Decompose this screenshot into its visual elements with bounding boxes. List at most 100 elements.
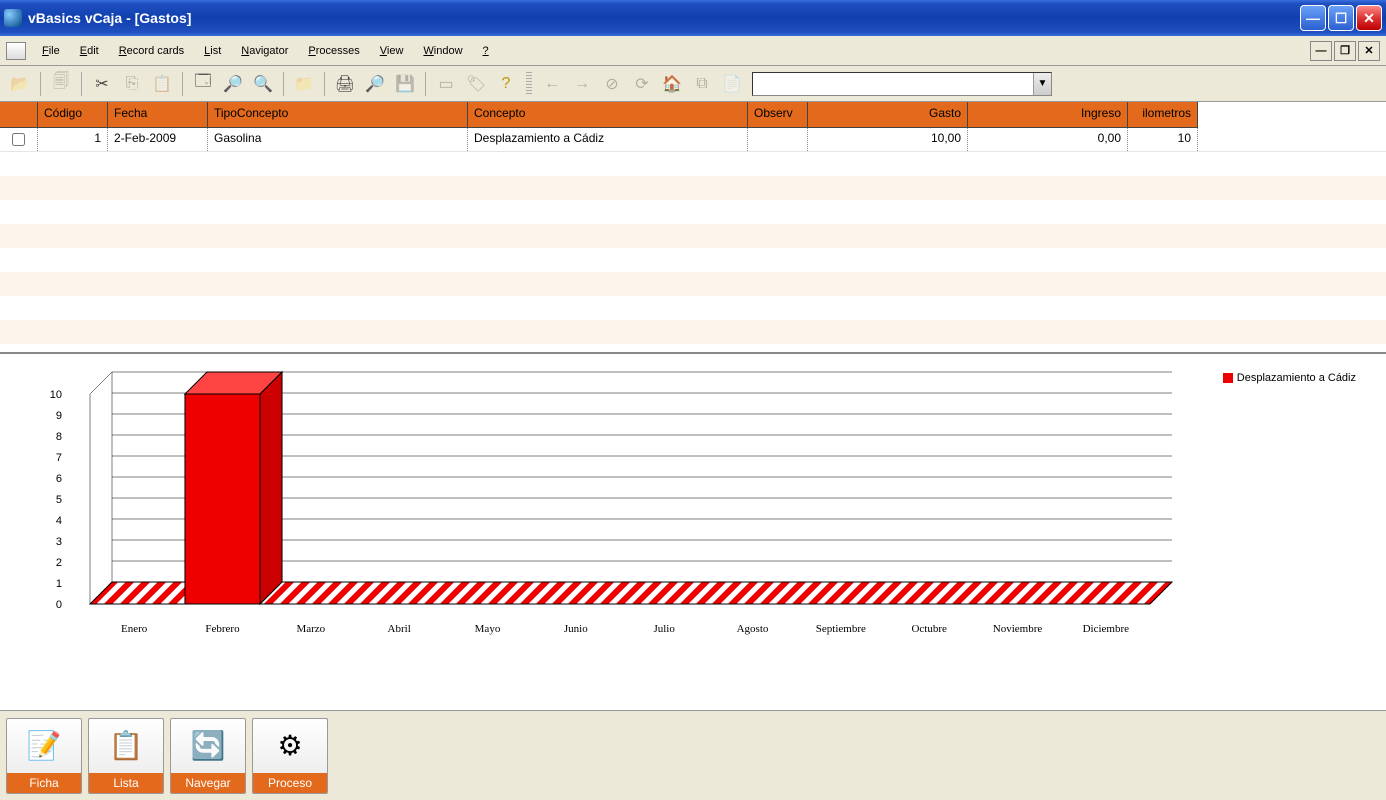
titlebar: vBasics vCaja - [Gastos] — ☐ ✕	[0, 0, 1386, 36]
minimize-button[interactable]: —	[1300, 5, 1326, 31]
menu-window[interactable]: Window	[413, 41, 472, 61]
legend-label: Desplazamiento a Cádiz	[1237, 372, 1356, 384]
tab-ficha-label: Ficha	[7, 773, 81, 793]
chart-plot: 012345678910EneroFebreroMarzoAbrilMayoJu…	[40, 384, 1180, 644]
svg-text:0: 0	[56, 599, 62, 611]
zoom-icon[interactable]: 🔍	[249, 70, 277, 98]
grid-header-checkbox[interactable]	[0, 102, 38, 128]
svg-text:Febrero: Febrero	[205, 623, 240, 635]
svg-text:8: 8	[56, 431, 62, 443]
menu-view[interactable]: View	[370, 41, 414, 61]
svg-text:Diciembre: Diciembre	[1083, 623, 1130, 635]
form-icon	[6, 42, 26, 60]
open-icon: 📂	[6, 70, 34, 98]
svg-text:10: 10	[50, 389, 62, 401]
home-icon[interactable]: 🏠	[658, 70, 686, 98]
grid-header-gasto[interactable]: Gasto	[808, 102, 968, 128]
chart-legend: Desplazamiento a Cádiz	[1223, 372, 1356, 384]
tab-navegar-label: Navegar	[171, 773, 245, 793]
tab-ficha[interactable]: 📝 Ficha	[6, 718, 82, 794]
row-checkbox[interactable]	[0, 128, 38, 151]
grid-header-row: Código Fecha TipoConcepto Concepto Obser…	[0, 102, 1386, 128]
mdi-close-button[interactable]: ✕	[1358, 41, 1380, 61]
table-row[interactable]: 1 2-Feb-2009 Gasolina Desplazamiento a C…	[0, 128, 1386, 152]
mdi-restore-button[interactable]: ❐	[1334, 41, 1356, 61]
menu-record-cards[interactable]: Record cards	[109, 41, 194, 61]
cell-km: 10	[1128, 128, 1198, 151]
toolbar: 📂 🗐 ✂ ⎘ 📋 🗔 🔎 🔍 📁 🖨 🔎 💾 ▭ 🏷 ? ← → ⊘ ⟳ 🏠 …	[0, 66, 1386, 102]
tab-proceso-label: Proceso	[253, 773, 327, 793]
copy-icon: ⎘	[118, 70, 146, 98]
cell-gasto: 10,00	[808, 128, 968, 151]
search-combo[interactable]: ▼	[752, 72, 1052, 96]
svg-text:3: 3	[56, 536, 62, 548]
svg-text:2: 2	[56, 557, 62, 569]
search-input[interactable]	[753, 73, 1033, 95]
menu-navigator[interactable]: Navigator	[231, 41, 298, 61]
nav-refresh-icon: ⟳	[628, 70, 656, 98]
cell-codigo: 1	[38, 128, 108, 151]
tab-proceso[interactable]: ⚙ Proceso	[252, 718, 328, 794]
grid-header-tipo[interactable]: TipoConcepto	[208, 102, 468, 128]
grid-header-codigo[interactable]: Código	[38, 102, 108, 128]
menu-processes[interactable]: Processes	[298, 41, 369, 61]
cell-concepto: Desplazamiento a Cádiz	[468, 128, 748, 151]
chevron-down-icon[interactable]: ▼	[1033, 73, 1051, 95]
gear-icon: ⚙	[277, 719, 302, 773]
legend-swatch	[1223, 373, 1233, 383]
grid-header-fecha[interactable]: Fecha	[108, 102, 208, 128]
svg-text:Septiembre: Septiembre	[816, 623, 866, 635]
copy-record-icon: 🗐	[47, 70, 75, 98]
grid-header-observ[interactable]: Observ	[748, 102, 808, 128]
grid-header-km[interactable]: ilometros	[1128, 102, 1198, 128]
cell-observ	[748, 128, 808, 151]
cell-ingreso: 0,00	[968, 128, 1128, 151]
grid-header-ingreso[interactable]: Ingreso	[968, 102, 1128, 128]
menu-help[interactable]: ?	[473, 41, 499, 61]
svg-text:Enero: Enero	[121, 623, 148, 635]
window-title: vBasics vCaja - [Gastos]	[28, 10, 1300, 26]
svg-text:5: 5	[56, 494, 62, 506]
menubar: File Edit Record cards List Navigator Pr…	[0, 36, 1386, 66]
menu-list[interactable]: List	[194, 41, 231, 61]
bottom-tab-bar: 📝 Ficha 📋 Lista 🔄 Navegar ⚙ Proceso	[0, 710, 1386, 800]
doc-icon: 📄	[718, 70, 746, 98]
maximize-button[interactable]: ☐	[1328, 5, 1354, 31]
app-icon	[4, 9, 22, 27]
svg-text:9: 9	[56, 410, 62, 422]
save-icon: 💾	[391, 70, 419, 98]
cell-fecha: 2-Feb-2009	[108, 128, 208, 151]
svg-text:4: 4	[56, 515, 62, 527]
menu-edit[interactable]: Edit	[70, 41, 109, 61]
mdi-minimize-button[interactable]: —	[1310, 41, 1332, 61]
paste-icon: 📋	[148, 70, 176, 98]
svg-text:Julio: Julio	[653, 623, 675, 635]
grid-header-concepto[interactable]: Concepto	[468, 102, 748, 128]
menu-file[interactable]: File	[32, 41, 70, 61]
cut-icon[interactable]: ✂	[88, 70, 116, 98]
navigate-icon: 🔄	[191, 719, 226, 773]
svg-text:7: 7	[56, 452, 62, 464]
grid-empty-area	[0, 152, 1386, 352]
tab-lista[interactable]: 📋 Lista	[88, 718, 164, 794]
menu-file-label: ile	[49, 45, 60, 57]
tab-navegar[interactable]: 🔄 Navegar	[170, 718, 246, 794]
find-icon[interactable]: 🔎	[219, 70, 247, 98]
tag-icon: 🏷	[462, 70, 490, 98]
data-grid: Código Fecha TipoConcepto Concepto Obser…	[0, 102, 1386, 352]
window-icon[interactable]: 🗔	[189, 70, 217, 98]
svg-text:Noviembre: Noviembre	[993, 623, 1043, 635]
svg-text:Octubre: Octubre	[911, 623, 947, 635]
nav-misc-icon: ⧉	[688, 70, 716, 98]
nav-forward-icon: →	[568, 70, 596, 98]
print-icon[interactable]: 🖨	[331, 70, 359, 98]
svg-text:Marzo: Marzo	[296, 623, 325, 635]
help-icon[interactable]: ?	[492, 70, 520, 98]
svg-text:Mayo: Mayo	[475, 623, 501, 635]
form-icon: 📝	[27, 719, 62, 773]
folder-icon: 📁	[290, 70, 318, 98]
svg-text:1: 1	[56, 578, 62, 590]
print-preview-icon[interactable]: 🔎	[361, 70, 389, 98]
svg-text:Junio: Junio	[564, 623, 588, 635]
close-button[interactable]: ✕	[1356, 5, 1382, 31]
